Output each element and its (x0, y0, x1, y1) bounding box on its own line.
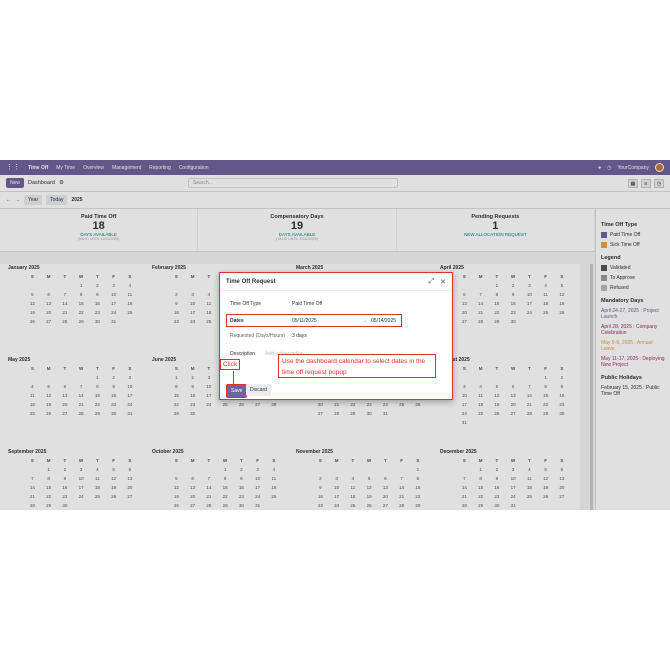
modal-header: Time Off Request ⤢ ✕ (220, 273, 452, 291)
close-icon[interactable]: ✕ (440, 278, 446, 286)
description-label: Description (230, 351, 256, 357)
date-to-input[interactable]: 05/14/2025 (371, 318, 396, 324)
save-button[interactable]: Save (226, 384, 248, 398)
time-off-request-modal: Time Off Request ⤢ ✕ Time Off Type Paid T… (219, 272, 453, 400)
type-label: Time Off Type (230, 301, 262, 307)
type-field[interactable]: Paid Time Off (292, 301, 322, 307)
arrow-right-icon: → (362, 318, 367, 324)
requested-label: Requested (Days/Hours) (230, 333, 286, 339)
requested-value: 3 days (292, 333, 307, 339)
click-annotation: Click (220, 359, 241, 370)
dates-row: Dates 05/11/2025 → 05/14/2025 (230, 318, 396, 324)
expand-icon[interactable]: ⤢ (429, 278, 435, 286)
instruction-callout: Use the dashboard calendar to select dat… (278, 354, 436, 378)
date-from-input[interactable]: 05/11/2025 (292, 318, 362, 324)
requested-row: Requested (Days/Hours) 3 days (230, 333, 307, 339)
annotation-arrow (233, 371, 234, 384)
discard-button[interactable]: Discard (246, 384, 271, 396)
screenshot-area: ⋮⋮ Time Off My Time Overview Management … (0, 160, 670, 510)
modal-title: Time Off Request (226, 278, 276, 285)
type-row: Time Off Type Paid Time Off (230, 301, 322, 307)
dates-label: Dates (230, 318, 244, 324)
